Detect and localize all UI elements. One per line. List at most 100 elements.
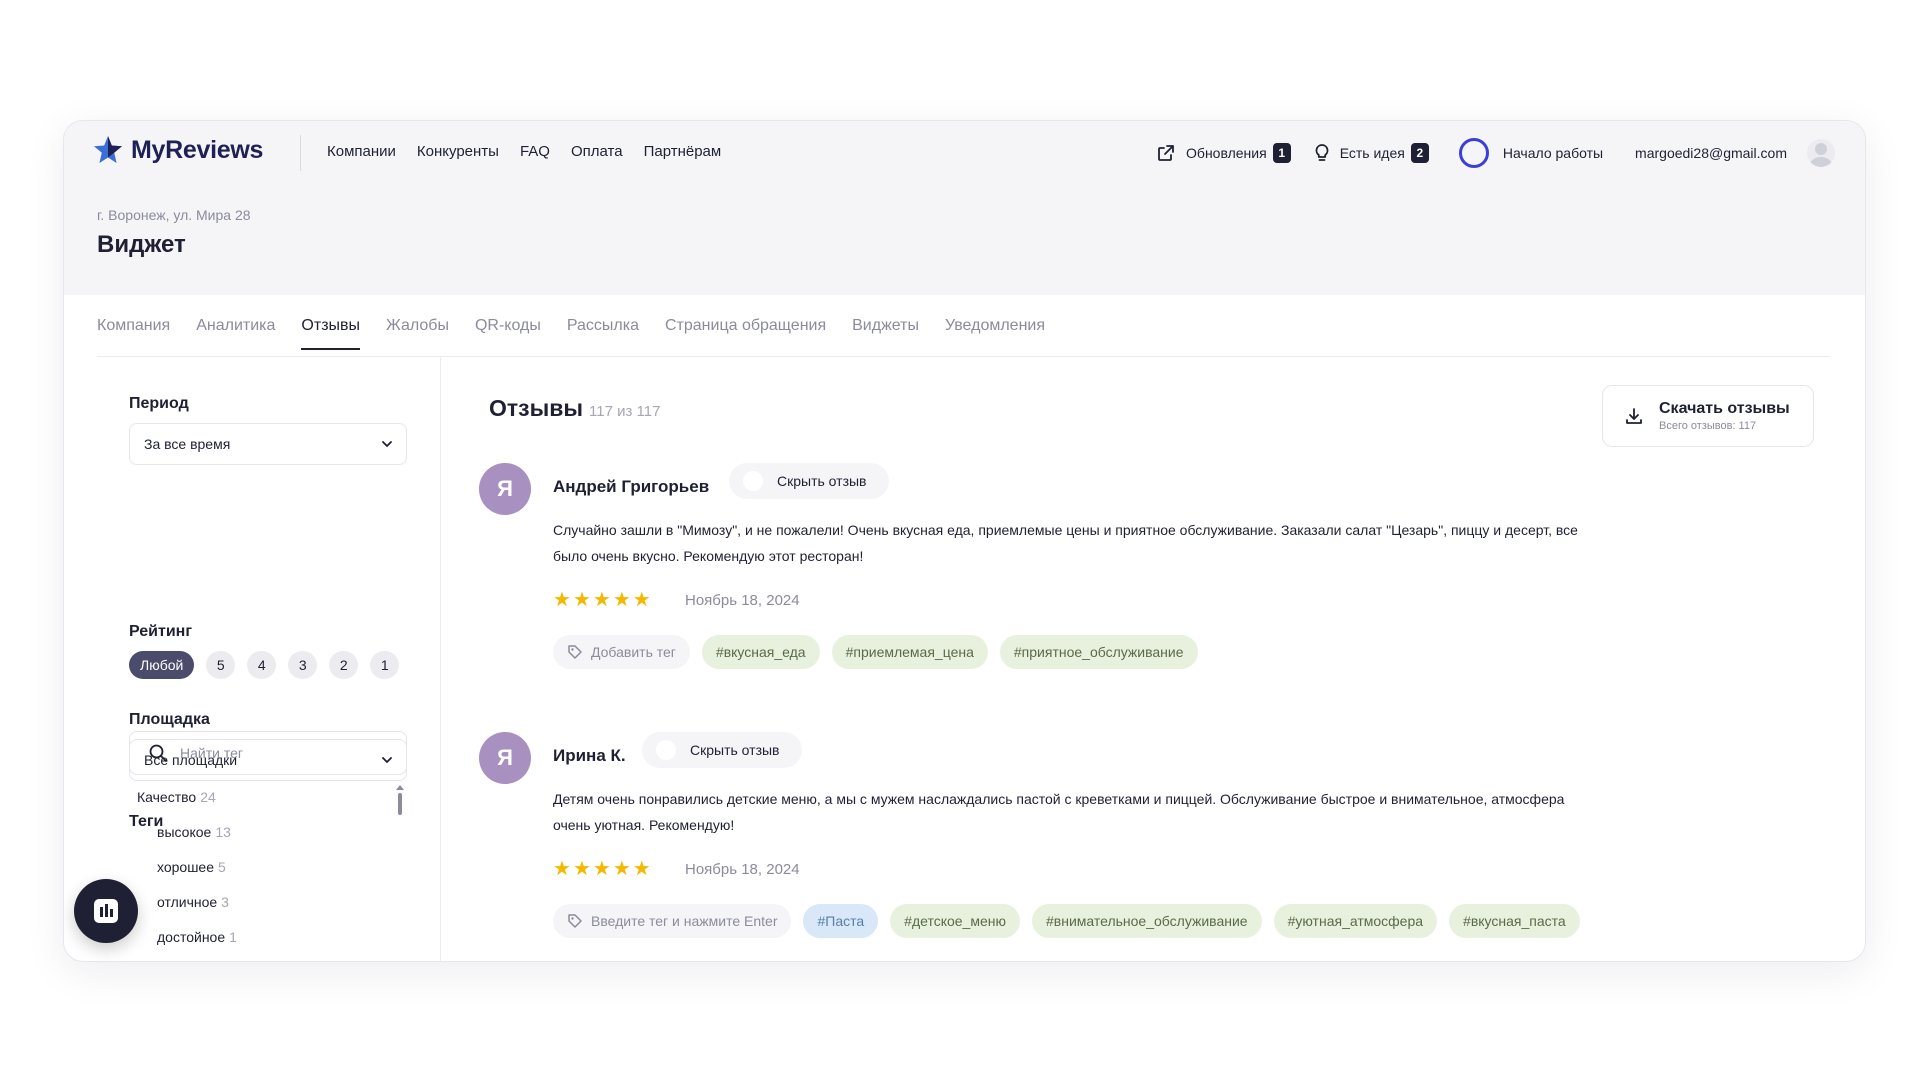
hide-review-label: Скрыть отзыв bbox=[690, 742, 780, 758]
add-tag-button[interactable]: Добавить тег bbox=[553, 635, 690, 669]
reviewer-avatar: Я bbox=[479, 463, 531, 515]
tag-group-count: 24 bbox=[200, 789, 216, 805]
tag-item-label: достойное bbox=[157, 929, 226, 945]
tag-item-count: 5 bbox=[218, 859, 226, 875]
rating-2[interactable]: 2 bbox=[329, 651, 359, 679]
rating-3[interactable]: 3 bbox=[288, 651, 318, 679]
tab-analytics[interactable]: Аналитика bbox=[196, 317, 275, 349]
chat-widget-button[interactable] bbox=[74, 879, 138, 943]
logo[interactable]: MyReviews bbox=[93, 135, 263, 165]
user-email[interactable]: margoedi28@gmail.com bbox=[1635, 145, 1787, 161]
rating-4[interactable]: 4 bbox=[247, 651, 277, 679]
tag-input[interactable]: Введите тег и нажмите Enter bbox=[553, 904, 792, 938]
tab-mailing[interactable]: Рассылка bbox=[567, 317, 639, 349]
lightbulb-icon bbox=[1315, 144, 1329, 161]
review-tag[interactable]: #детское_меню bbox=[890, 904, 1020, 938]
download-reviews-button[interactable]: Скачать отзывы Всего отзывов: 117 bbox=[1602, 385, 1814, 447]
tag-item[interactable]: высокое 13 bbox=[157, 824, 231, 840]
tag-input-placeholder: Введите тег и нажмите Enter bbox=[591, 913, 778, 929]
logo-text: MyReviews bbox=[131, 135, 264, 164]
review-tag[interactable]: #уютная_атмосфера bbox=[1273, 904, 1438, 938]
hide-review-toggle[interactable]: Скрыть отзыв bbox=[729, 463, 889, 499]
page-title: Виджет bbox=[97, 231, 186, 258]
tag-item-count: 1 bbox=[229, 929, 237, 945]
download-icon bbox=[1626, 408, 1642, 424]
tab-company[interactable]: Компания bbox=[97, 317, 170, 349]
review-text: Случайно зашли в "Мимозу", и не пожалели… bbox=[553, 522, 1578, 564]
tab-reviews[interactable]: Отзывы bbox=[301, 317, 360, 350]
review-tag[interactable]: #приемлемая_цена bbox=[831, 635, 988, 669]
nav-faq[interactable]: FAQ bbox=[520, 143, 550, 160]
review-card: Я Ирина К. Скрыть отзыв Детям очень понр… bbox=[479, 732, 1679, 961]
reviews-count: 117 из 117 bbox=[589, 403, 661, 420]
header: MyReviews Компании Конкуренты FAQ Оплата… bbox=[64, 121, 1865, 185]
star-icon: ★ bbox=[572, 858, 591, 880]
download-label: Скачать отзывы bbox=[1659, 400, 1790, 417]
reviewer-name: Ирина К. bbox=[553, 746, 626, 765]
rating-any[interactable]: Любой bbox=[129, 651, 195, 679]
hide-review-label: Скрыть отзыв bbox=[777, 473, 867, 489]
star-icon: ★ bbox=[612, 589, 631, 611]
idea-link[interactable]: Есть идея 2 bbox=[1313, 143, 1429, 163]
user-avatar-icon[interactable] bbox=[1807, 139, 1835, 167]
tag-group-quality[interactable]: Качество 24 bbox=[137, 789, 216, 805]
rating-1[interactable]: 1 bbox=[370, 651, 400, 679]
tag-item[interactable]: хорошее 5 bbox=[157, 859, 226, 875]
tag-search bbox=[129, 731, 407, 775]
hide-review-toggle[interactable]: Скрыть отзыв bbox=[642, 732, 802, 768]
main-nav: Компании Конкуренты FAQ Оплата Партнёрам bbox=[327, 143, 721, 160]
review-tag[interactable]: #внимательное_обслуживание bbox=[1032, 904, 1262, 938]
tag-item-label: высокое bbox=[157, 824, 212, 840]
review-stars: ★ ★ ★ ★ ★ bbox=[553, 859, 651, 879]
toggle-knob bbox=[743, 471, 763, 491]
period-label: Период bbox=[129, 395, 189, 412]
review-tag[interactable]: #Паста bbox=[803, 904, 879, 938]
tab-complaints[interactable]: Жалобы bbox=[386, 317, 449, 349]
updates-label: Обновления bbox=[1186, 145, 1267, 161]
platform-label: Площадка bbox=[129, 711, 210, 728]
reviewer-name: Андрей Григорьев bbox=[553, 477, 710, 496]
review-tag[interactable]: #приятное_обслуживание bbox=[999, 635, 1198, 669]
scroll-up-arrow[interactable] bbox=[396, 785, 404, 790]
nav-payment[interactable]: Оплата bbox=[571, 143, 623, 160]
review-tags: Добавить тег #вкусная_еда #приемлемая_це… bbox=[553, 635, 1198, 669]
review-tag[interactable]: #вкусная_паста bbox=[1449, 904, 1580, 938]
nav-partners[interactable]: Партнёрам bbox=[644, 143, 722, 160]
tab-notifications[interactable]: Уведомления bbox=[945, 317, 1045, 349]
star-icon: ★ bbox=[632, 858, 651, 880]
review-stars: ★ ★ ★ ★ ★ bbox=[553, 590, 651, 610]
nav-competitors[interactable]: Конкуренты bbox=[417, 143, 499, 160]
review-text: Детям очень понравились детские меню, а … bbox=[553, 791, 1565, 833]
tag-item[interactable]: отличное 3 bbox=[157, 894, 229, 910]
filters-sidebar: Период За все время Рейтинг Любой 5 4 3 … bbox=[64, 357, 441, 961]
reviews-main: Отзывы 117 из 117 Скачать отзывы Всего от… bbox=[442, 357, 1865, 961]
rating-filter: Любой 5 4 3 2 1 bbox=[129, 651, 400, 679]
onboarding-link[interactable]: Начало работы bbox=[1458, 138, 1603, 168]
star-icon: ★ bbox=[632, 589, 651, 611]
tag-icon bbox=[568, 645, 582, 659]
star-icon: ★ bbox=[572, 589, 591, 611]
tab-request-page[interactable]: Страница обращения bbox=[665, 317, 826, 349]
idea-label: Есть идея bbox=[1339, 145, 1405, 161]
company-address: г. Воронеж, ул. Мира 28 bbox=[97, 207, 251, 223]
rating-5[interactable]: 5 bbox=[206, 651, 236, 679]
user-email-text: margoedi28@gmail.com bbox=[1635, 145, 1787, 161]
period-select[interactable]: За все время bbox=[129, 423, 407, 465]
nav-companies[interactable]: Компании bbox=[327, 143, 396, 160]
reviews-title-text: Отзывы bbox=[489, 395, 584, 421]
star-icon: ★ bbox=[553, 589, 571, 611]
star-icon: ★ bbox=[592, 858, 611, 880]
updates-badge: 1 bbox=[1272, 143, 1291, 163]
star-icon: ★ bbox=[592, 589, 611, 611]
review-date: Ноябрь 18, 2024 bbox=[685, 592, 800, 609]
chevron-down-icon bbox=[382, 441, 392, 447]
updates-link[interactable]: Обновления 1 bbox=[1156, 143, 1291, 163]
tag-list-scrollbar[interactable] bbox=[398, 793, 402, 815]
progress-ring-icon bbox=[1458, 138, 1489, 168]
tab-qr-codes[interactable]: QR-коды bbox=[475, 317, 541, 349]
tab-widgets[interactable]: Виджеты bbox=[852, 317, 919, 349]
tag-search-input[interactable] bbox=[180, 745, 380, 761]
review-tag[interactable]: #вкусная_еда bbox=[701, 635, 820, 669]
star-icon: ★ bbox=[553, 858, 571, 880]
tag-item[interactable]: достойное 1 bbox=[157, 929, 237, 945]
